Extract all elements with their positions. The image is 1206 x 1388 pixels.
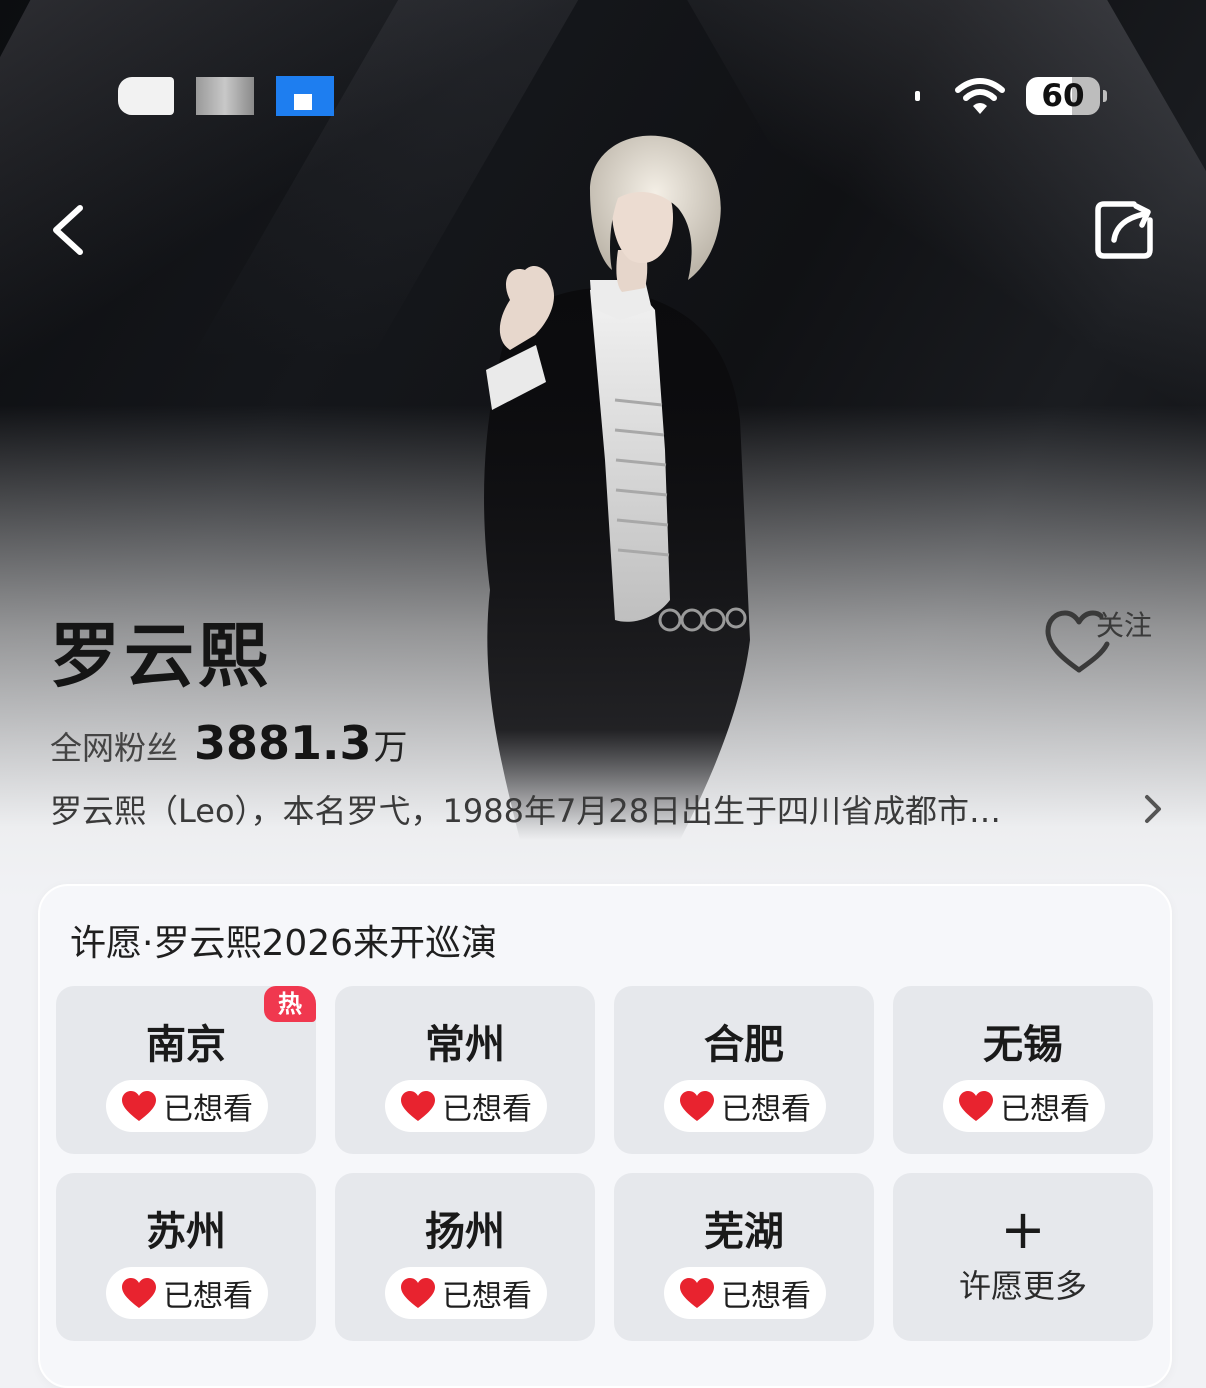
city-tile-wuhu[interactable]: 芜湖 已想看 [614, 1173, 874, 1341]
wished-label: 已想看 [721, 1092, 811, 1127]
wished-label: 已想看 [721, 1279, 811, 1314]
fans-unit: 万 [373, 728, 408, 768]
hot-badge: 热 [264, 986, 316, 1022]
blurred-status-icon [196, 77, 254, 115]
battery-indicator: 60 [1026, 77, 1107, 115]
wished-pill[interactable]: 已想看 [106, 1080, 268, 1132]
city-name: 常州 [425, 1022, 505, 1068]
city-name: 苏州 [146, 1209, 226, 1255]
wished-label: 已想看 [163, 1092, 253, 1127]
fans-label: 全网粉丝 [50, 729, 179, 767]
heart-icon [122, 1091, 156, 1121]
status-right: 60 [915, 76, 1107, 116]
city-tile-changzhou[interactable]: 常州 已想看 [335, 986, 595, 1154]
city-tile-hefei[interactable]: 合肥 已想看 [614, 986, 874, 1154]
heart-icon [401, 1278, 435, 1308]
share-icon[interactable] [1092, 198, 1156, 262]
fans-count: 3881.3 [194, 716, 372, 770]
wished-pill[interactable]: 已想看 [664, 1267, 826, 1319]
status-bar: 60 [0, 62, 1206, 132]
city-name: 无锡 [983, 1022, 1063, 1068]
wished-label: 已想看 [442, 1279, 532, 1314]
plus-icon: + [1000, 1198, 1046, 1261]
wished-pill[interactable]: 已想看 [385, 1267, 547, 1319]
city-name: 扬州 [425, 1209, 505, 1255]
wish-more-label: 许愿更多 [958, 1267, 1087, 1305]
city-name: 芜湖 [704, 1209, 784, 1255]
city-tile-yangzhou[interactable]: 扬州 已想看 [335, 1173, 595, 1341]
wished-pill[interactable]: 已想看 [106, 1267, 268, 1319]
wished-pill[interactable]: 已想看 [385, 1080, 547, 1132]
bio-row[interactable]: 罗云熙（Leo），本名罗弋，1988年7月28日出生于四川省成都市… [50, 786, 1170, 832]
blurred-status-icon [118, 77, 174, 115]
chevron-right-icon [1145, 795, 1161, 823]
heart-icon [680, 1278, 714, 1308]
heart-icon [401, 1091, 435, 1121]
city-tile-wuxi[interactable]: 无锡 已想看 [893, 986, 1153, 1154]
wish-card-title: 许愿·罗云熙2026来开巡演 [70, 923, 498, 964]
city-grid: 南京 热 已想看 常州 已想看 合肥 已想看 无锡 已想看 苏州 已想看 扬州 … [56, 986, 1153, 1341]
signal-indicator [915, 91, 920, 101]
wished-label: 已想看 [163, 1279, 253, 1314]
fans-stat: 全网粉丝 3881.3 万 [50, 716, 408, 770]
wish-tour-card: 许愿·罗云熙2026来开巡演 南京 热 已想看 常州 已想看 合肥 已想看 无锡… [38, 884, 1172, 1388]
city-name: 合肥 [704, 1022, 784, 1068]
blurred-status-icon [276, 76, 334, 116]
heart-icon [680, 1091, 714, 1121]
back-icon[interactable] [44, 200, 94, 260]
wish-more-button[interactable]: + 许愿更多 [893, 1173, 1153, 1341]
artist-photo [484, 135, 750, 840]
heart-icon [959, 1091, 993, 1121]
bio-text: 罗云熙（Leo），本名罗弋，1988年7月28日出生于四川省成都市… [50, 792, 1002, 830]
wished-label: 已想看 [1000, 1092, 1090, 1127]
heart-icon [122, 1278, 156, 1308]
artist-name: 罗云熙 [50, 615, 272, 697]
city-tile-nanjing[interactable]: 南京 热 已想看 [56, 986, 316, 1154]
wished-label: 已想看 [442, 1092, 532, 1127]
status-left-blurred [118, 76, 334, 116]
wifi-icon [955, 78, 1005, 114]
wished-pill[interactable]: 已想看 [943, 1080, 1105, 1132]
city-tile-suzhou[interactable]: 苏州 已想看 [56, 1173, 316, 1341]
wished-pill[interactable]: 已想看 [664, 1080, 826, 1132]
follow-label[interactable]: 关注 [1096, 604, 1152, 644]
